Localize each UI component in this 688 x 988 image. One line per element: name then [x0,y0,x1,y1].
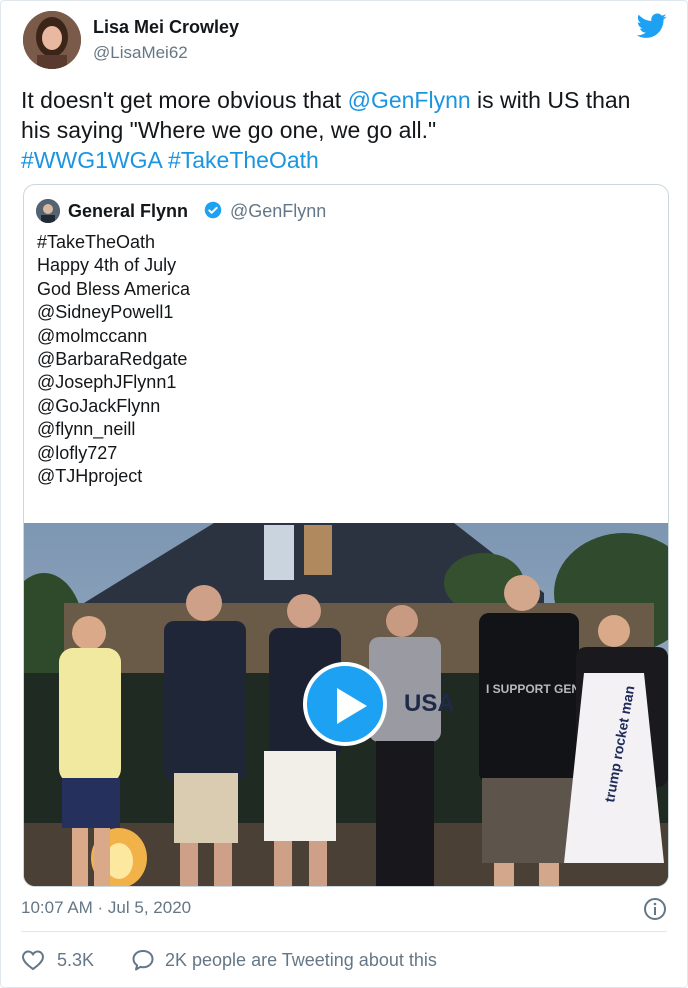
hashtag-link[interactable]: #WWG1WGA [21,147,162,173]
tweet-timestamp[interactable]: 10:07 AM · Jul 5, 2020 [21,898,191,918]
speech-bubble-icon[interactable] [131,949,155,971]
quoted-line: God Bless America [37,278,191,299]
divider [21,931,667,932]
author-handle[interactable]: @LisaMei62 [93,43,188,63]
tweeting-about-link[interactable]: 2K people are Tweeting about this [165,950,437,971]
tweet-text: It doesn't get more obvious that @GenFly… [21,85,661,175]
hashtag-link[interactable]: #TakeTheOath [168,147,319,173]
video-thumbnail[interactable]: USA I SUPPORT GENERAL FLYNN trump rocket… [24,523,668,886]
twitter-bird-icon[interactable] [637,13,667,39]
quoted-line: Happy 4th of July [37,255,177,276]
quoted-tweet[interactable]: General Flynn @GenFlynn #TakeTheOath Hap… [23,184,669,887]
quoted-line[interactable]: @TJHproject [37,465,190,488]
mention-link[interactable]: @GenFlynn [348,87,471,113]
author-name[interactable]: Lisa Mei Crowley [93,17,239,38]
quoted-line[interactable]: @lofly727 [37,442,190,465]
quoted-author-handle[interactable]: @GenFlynn [230,201,326,222]
quoted-text: #TakeTheOath Happy 4th of July God Bless… [37,231,190,488]
tweet-card: Lisa Mei Crowley @LisaMei62 It doesn't g… [0,0,688,988]
author-avatar[interactable] [23,11,81,69]
like-count[interactable]: 5.3K [57,950,94,971]
quoted-line[interactable]: @molmccann [37,325,190,348]
info-icon[interactable] [643,897,667,921]
sweatshirt-text: USA [404,690,455,717]
quoted-author-name[interactable]: General Flynn [68,201,188,222]
verified-badge-icon [204,201,222,219]
quoted-line[interactable]: #TakeTheOath [37,231,190,254]
tweet-text-part: It doesn't get more obvious that [21,87,348,113]
play-icon [337,688,367,724]
quoted-avatar[interactable] [36,199,60,223]
quoted-line[interactable]: @BarbaraRedgate [37,348,190,371]
quoted-line[interactable]: @SidneyPowell1 [37,301,190,324]
quoted-line[interactable]: @flynn_neill [37,418,190,441]
heart-icon[interactable] [21,949,45,971]
quoted-line[interactable]: @GoJackFlynn [37,395,190,418]
quoted-line[interactable]: @JosephJFlynn1 [37,371,190,394]
play-button[interactable] [303,662,387,746]
